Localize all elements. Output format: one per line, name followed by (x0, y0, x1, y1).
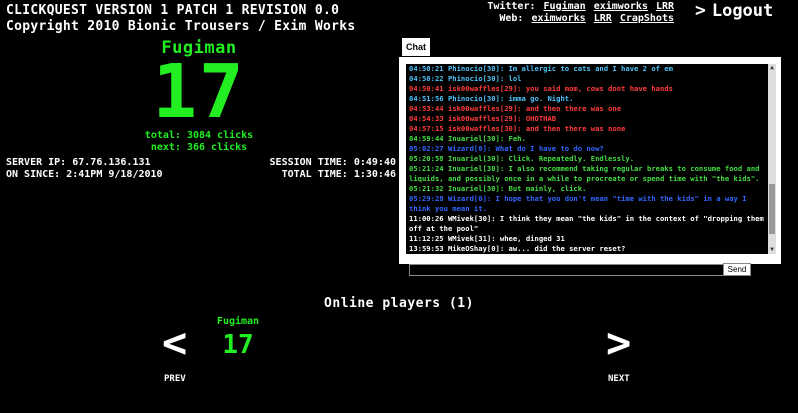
scroll-thumb[interactable] (769, 184, 775, 234)
web-link-lrr[interactable]: LRR (594, 13, 612, 24)
chat-message: 04:50:41 isk00waffles[29]: you said mom,… (409, 84, 673, 93)
chat-message: 05:29:28 Wizard[0]: I hope that you don'… (409, 194, 747, 213)
online-player-name: Fugiman (216, 316, 260, 327)
prev-arrow-icon[interactable]: < (162, 322, 187, 364)
chevron-right-icon: > (695, 0, 706, 21)
server-ip: SERVER IP: 67.76.136.131 (6, 157, 151, 168)
chat-message: 04:57:15 isk00waffles[30]: and then ther… (409, 124, 626, 133)
chat-message: 13:59:53 MikeOShay[0]: aw... did the ser… (409, 244, 626, 253)
chat-message: 04:54:33 isk00waffles[29]: OHOTHAB (409, 114, 557, 123)
chat-log: 04:50:21 Phinocio[30]: Im allergic to ca… (406, 64, 768, 254)
twitter-row: Twitter: Fugiman eximworks LRR (487, 1, 674, 13)
click-counter[interactable]: 17 (0, 52, 398, 132)
chat-message: 11:12:25 WMivek[31]: whee, dinged 31 (409, 234, 565, 243)
scroll-up-icon[interactable]: ▲ (768, 64, 776, 72)
next-arrow-icon[interactable]: > (606, 322, 631, 364)
next-button-label[interactable]: NEXT (608, 374, 630, 384)
prev-button-label[interactable]: PREV (164, 374, 186, 384)
total-clicks: total: 3084 clicks (144, 130, 254, 141)
twitter-link-eximworks[interactable]: eximworks (594, 1, 648, 12)
session-time: SESSION TIME: 0:49:40 (269, 157, 396, 168)
web-row: Web: eximworks LRR CrapShots (487, 13, 674, 25)
chat-message: 04:59:44 Inuariel[30]: Feh. (409, 134, 526, 143)
logout-button[interactable]: > Logout (695, 0, 773, 21)
chat-message: 04:50:21 Phinocio[30]: Im allergic to ca… (409, 64, 673, 73)
web-label: Web: (499, 13, 524, 24)
chat-message: 11:00:26 WMivek[30]: I think they mean "… (409, 214, 764, 233)
twitter-link-lrr[interactable]: LRR (656, 1, 674, 12)
social-links: Twitter: Fugiman eximworks LRR Web: exim… (487, 1, 674, 25)
chat-input[interactable] (409, 264, 725, 276)
web-link-crapshots[interactable]: CrapShots (620, 13, 674, 24)
online-player-count: 17 (222, 330, 254, 360)
next-clicks: next: 366 clicks (150, 142, 248, 153)
chat-message: 05:21:32 Inuariel[30]: But mainly, click… (409, 184, 587, 193)
online-since: ON SINCE: 2:41PM 9/18/2010 (6, 169, 163, 180)
chat-message: 04:51:56 Phinocio[30]: imma go. Night. (409, 94, 574, 103)
tab-chat[interactable]: Chat (402, 38, 430, 56)
chat-message: 04:50:22 Phinocio[30]: lol (409, 74, 522, 83)
logout-label: Logout (711, 1, 774, 21)
copyright-line: Copyright 2010 Bionic Trousers / Exim Wo… (6, 19, 356, 34)
scroll-down-icon[interactable]: ▼ (768, 246, 776, 254)
chat-message: 05:21:24 Inuariel[30]: I also recommend … (409, 164, 760, 183)
twitter-link-fugiman[interactable]: Fugiman (544, 1, 586, 12)
chat-message: 04:53:44 isk00waffles[29]: and then ther… (409, 104, 622, 113)
app-title: CLICKQUEST VERSION 1 PATCH 1 REVISION 0.… (6, 3, 340, 18)
twitter-label: Twitter: (487, 1, 536, 12)
chat-message: 05:20:58 Inuariel[30]: Click. Repeatedly… (409, 154, 635, 163)
click-stats: total: 3084 clicks next: 366 clicks (0, 130, 398, 154)
chat-scrollbar[interactable]: ▲ ▼ (768, 64, 776, 254)
online-players-title: Online players (1) (324, 296, 474, 311)
chat-message: 05:02:27 Wizard[0]: What do I have to do… (409, 144, 604, 153)
total-time: TOTAL TIME: 1:30:46 (281, 169, 396, 180)
send-button[interactable]: Send (723, 263, 751, 276)
web-link-eximworks[interactable]: eximworks (532, 13, 586, 24)
